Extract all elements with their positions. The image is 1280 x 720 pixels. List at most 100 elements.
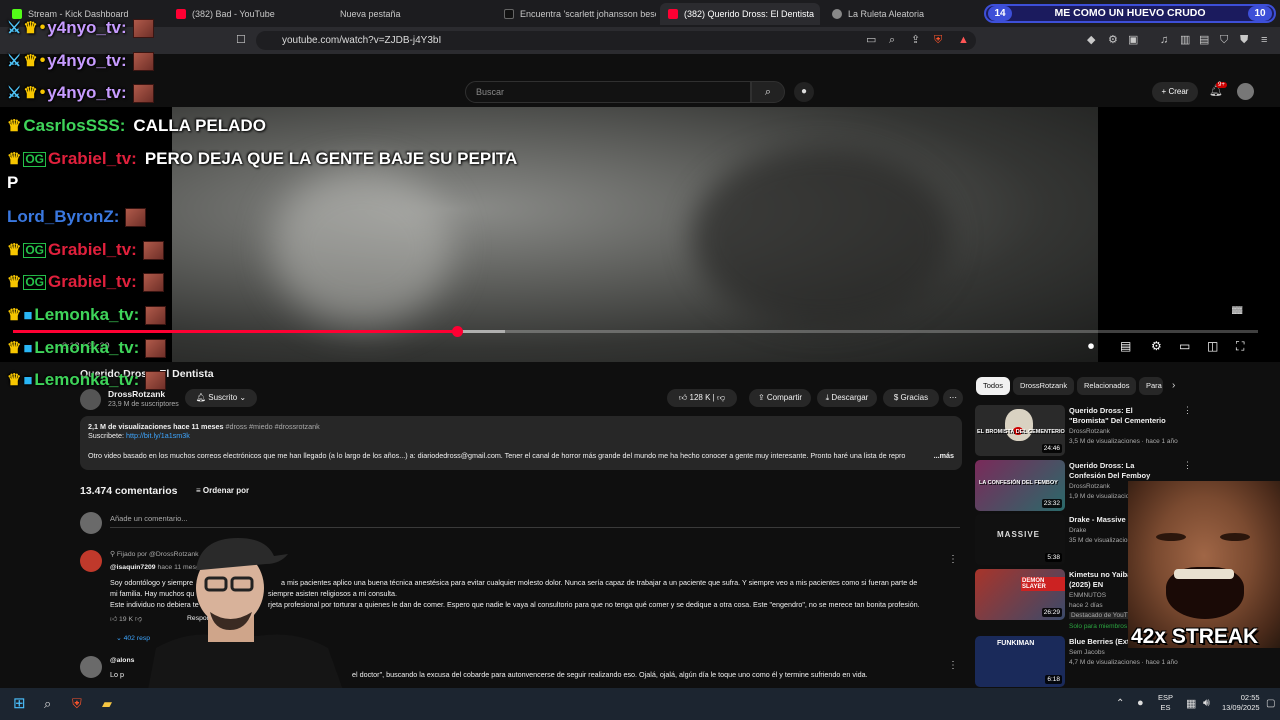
share-button[interactable]: ⇪ Compartir [749, 389, 811, 407]
video-channel: Drake [1069, 527, 1087, 534]
menu-icon[interactable]: ≡ [1261, 34, 1267, 46]
create-button[interactable]: + Crear [1152, 82, 1198, 102]
stream-goal-bar: 14 ME COMO UN HUEVO CRUDO 10 [984, 4, 1276, 23]
description-box[interactable]: 2,1 M de visualizaciones hace 11 meses #… [80, 416, 962, 470]
chat-message: Lord_ByronZ: [7, 207, 147, 227]
comment-line: a mis pacientes aplico una buena técnica… [281, 578, 918, 587]
channel-avatar[interactable] [80, 389, 101, 410]
settings-icon[interactable]: ⚙ [1151, 339, 1162, 353]
video-thumbnail: EL BROMISTA DEL CEMENTERIO 24:46 [975, 405, 1065, 456]
sword-badge-icon: ⚔ [7, 20, 22, 37]
voice-search-button[interactable]: ● [794, 82, 814, 102]
webcam-cap [196, 538, 288, 570]
dot-badge-icon: • [39, 52, 46, 69]
add-comment-input[interactable]: Añade un comentario... [110, 514, 960, 528]
file-explorer-icon[interactable]: ▰ [102, 696, 112, 712]
zoom-icon[interactable]: ⌕ [889, 34, 895, 46]
wallet2-icon[interactable]: ▤ [1199, 34, 1209, 46]
wallet-icon[interactable]: ⚙ [1108, 34, 1118, 46]
video-menu-icon[interactable]: ⋮ [1183, 460, 1192, 471]
tab-querido-dross[interactable]: (382) Querido Dross: El Dentista ✕ [660, 3, 820, 25]
screen-icon[interactable]: ▭ [866, 34, 876, 46]
tab-new-tab[interactable]: Nueva pestaña [332, 3, 492, 25]
comment-avatar[interactable] [80, 656, 102, 678]
cast-icon[interactable]: ◫ [1207, 339, 1218, 353]
volume-icon[interactable]: 🔊︎ [1203, 697, 1210, 710]
hashtags[interactable]: #dross #miedo #drossrotzank [225, 422, 319, 431]
cube-badge-icon: ■ [23, 306, 33, 324]
download-button[interactable]: ⤓ Descargar [817, 389, 877, 407]
channel-name[interactable]: DrossRotzank [108, 389, 165, 399]
brave-rewards-icon[interactable]: ▲ [958, 34, 969, 46]
autoplay-toggle-icon[interactable]: ⏺ [1088, 339, 1094, 354]
video-player[interactable]: ▓▓ 8:13 / 21:20 ⏺ ▤ ⚙ ▭ ◫ ⛶ [0, 107, 1280, 362]
video-menu-icon[interactable]: ⋮ [1183, 405, 1192, 416]
comment-menu-icon[interactable]: ⋮ [948, 660, 958, 671]
og-badge-icon: OG [23, 274, 47, 290]
chip-all[interactable]: Todos [976, 377, 1011, 395]
tab-tiktok-search[interactable]: Encuentra 'scarlett johansson beso c [496, 3, 656, 25]
shield-icon[interactable]: ⛊ [1240, 34, 1248, 46]
search-button[interactable]: ⌕ [751, 81, 785, 103]
chat-message: ⚔ ♛ • y4nyo_tv: [7, 51, 154, 71]
music-icon[interactable]: ♫ [1160, 34, 1168, 46]
chip-for-you[interactable]: Para [1139, 377, 1163, 395]
like-count: 128 K [689, 393, 711, 402]
fullscreen-icon[interactable]: ⛶ [1236, 339, 1244, 354]
theater-mode-icon[interactable]: ▭ [1179, 339, 1190, 353]
notifications-icon[interactable]: ▢ [1266, 698, 1275, 709]
search-input[interactable]: Buscar [465, 81, 751, 103]
subscribe-button[interactable]: 🔔︎ Suscrito ⌄ [185, 389, 257, 407]
bookmark-icon[interactable]: ☐ [236, 34, 246, 46]
show-more-link[interactable]: ...más [934, 451, 954, 460]
subtitles-icon[interactable]: ▤ [1120, 339, 1131, 353]
brave-shield-icon[interactable]: ⛨ [934, 34, 942, 46]
subscribe-link[interactable]: http://bit.ly/1a1sm3k [126, 431, 190, 440]
vpn-icon[interactable]: ⛉ [1220, 34, 1228, 46]
chip-drossrotzank[interactable]: DrossRotzank [1013, 377, 1075, 395]
streak-counter: 42x STREAK [1131, 625, 1259, 648]
brave-browser-icon[interactable]: ⛨ [72, 696, 82, 712]
chat-message: ♛ OG Grabiel_tv: [7, 240, 164, 260]
windows-start-icon[interactable]: ⊞ [13, 694, 26, 712]
share-icon[interactable]: ⇪ [911, 34, 920, 46]
notification-badge: 9+ [1216, 82, 1227, 88]
like-button[interactable]: 👍︎ 128 K | 👎︎ [667, 389, 737, 407]
network-icon[interactable]: ▦ [1186, 697, 1196, 710]
chat-username: Grabiel_tv: [48, 240, 137, 259]
comment-avatar[interactable] [80, 550, 102, 572]
comment-menu-icon[interactable]: ⋮ [948, 554, 958, 565]
chevron-up-icon[interactable]: ⌃ [1116, 698, 1124, 709]
video-duration: 24:46 [1041, 444, 1062, 453]
video-channel: DrossRotzank [1069, 483, 1110, 490]
related-video[interactable]: EL BROMISTA DEL CEMENTERIO 24:46 Querido… [975, 405, 1195, 457]
sidebar-icon[interactable]: ▥ [1180, 34, 1190, 46]
chat-username: Lord_ByronZ: [7, 207, 120, 226]
extension-icon[interactable]: ◆ [1087, 34, 1095, 46]
language-indicator[interactable]: ESP ES [1158, 693, 1173, 713]
tab-youtube-bad[interactable]: (382) Bad - YouTube [168, 3, 328, 25]
sort-comments-button[interactable]: ≡ Ordenar por [196, 486, 249, 495]
tab-ruleta[interactable]: La Ruleta Aleatoria [824, 3, 974, 25]
meme-eye [1156, 533, 1186, 541]
video-thumbnail: FUNKIMAN 6:18 [975, 636, 1065, 687]
tiktok-favicon-icon [504, 9, 514, 19]
chip-related[interactable]: Relacionados [1077, 377, 1137, 395]
chevron-right-icon[interactable]: › [1172, 380, 1175, 391]
sword-badge-icon: ⚔ [7, 85, 22, 102]
search-icon[interactable]: ⌕ [44, 696, 51, 712]
chat-message: ⚔ ♛ • y4nyo_tv: [7, 18, 154, 38]
more-actions-button[interactable]: ⋯ [943, 389, 963, 407]
chat-username: Grabiel_tv: [48, 149, 137, 168]
progress-bar[interactable] [13, 326, 1258, 337]
mic-icon[interactable]: ● [1137, 697, 1144, 709]
chat-message: P [7, 173, 18, 193]
goal-text: ME COMO UN HUEVO CRUDO [1054, 7, 1206, 19]
system-clock[interactable]: 02:55 13/09/2025 [1222, 693, 1260, 713]
windows-taskbar: ⊞ ⌕ ⛨ ▰ ⌃ ● ESP ES ▦ 🔊︎ 02:55 13/09/2025… [0, 688, 1280, 720]
goal-left-counter: 14 [988, 6, 1012, 21]
thanks-button[interactable]: $ Gracias [883, 389, 939, 407]
comment-line: rjeta profesional por torturar a quienes… [268, 600, 920, 609]
leo-icon[interactable]: ▣ [1128, 34, 1138, 46]
account-avatar[interactable] [1237, 83, 1254, 100]
